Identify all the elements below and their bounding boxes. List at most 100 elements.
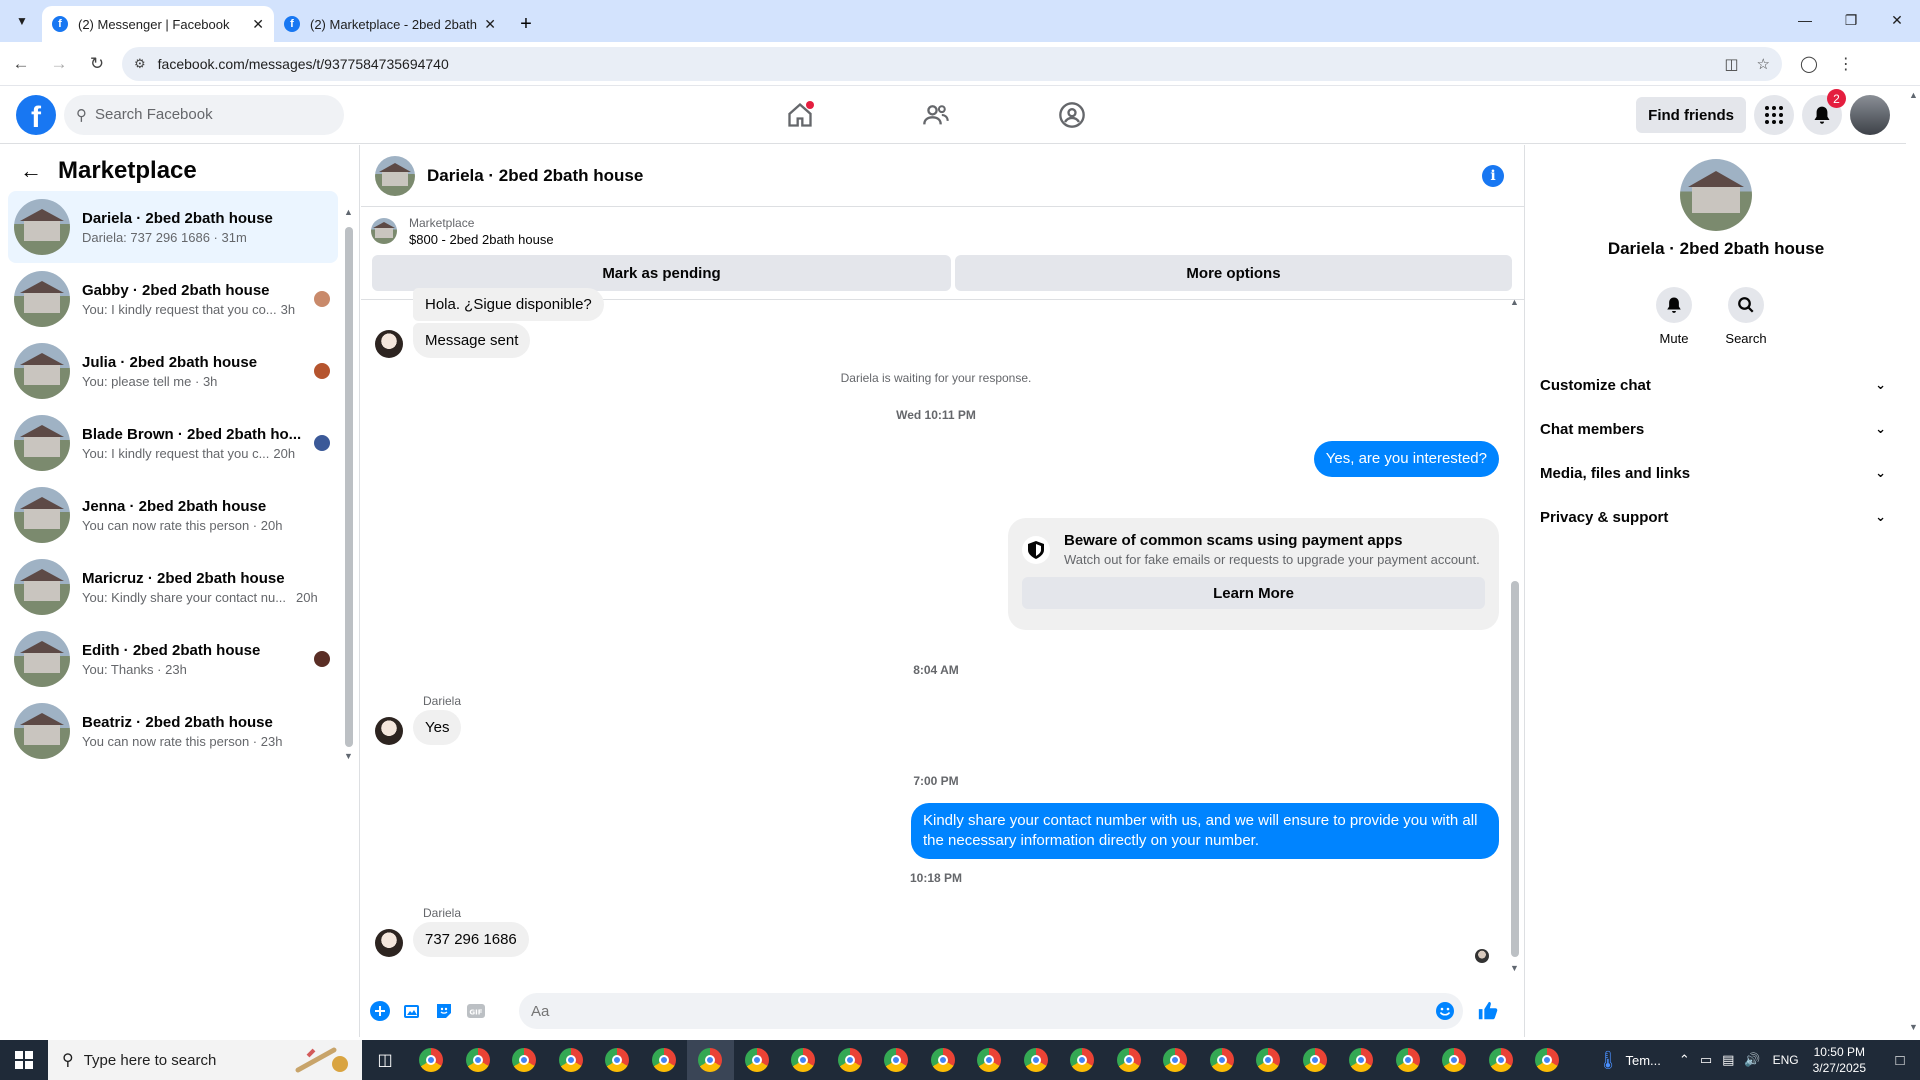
message-bubble[interactable]: Message sent [413,323,531,358]
back-arrow-icon[interactable]: ← [20,158,42,184]
message-bubble[interactable]: Yes [413,710,462,745]
taskbar-chrome-app[interactable] [827,1040,874,1080]
close-tab-icon[interactable]: ✕ [484,16,496,33]
site-settings-icon[interactable]: ⚙ [134,56,146,72]
taskbar-chrome-app[interactable] [780,1040,827,1080]
sender-avatar[interactable] [375,330,403,358]
install-app-icon[interactable]: ◫ [1724,55,1738,73]
taskbar-chrome-app[interactable] [641,1040,688,1080]
more-options-button[interactable]: More options [955,255,1512,291]
taskbar-chrome-app[interactable] [501,1040,548,1080]
conversation-item[interactable]: Jenna · 2bed 2bath house You can now rat… [8,479,338,551]
taskbar-chrome-app[interactable] [1152,1040,1199,1080]
search-in-conversation-button[interactable]: Search [1725,287,1767,346]
marketplace-listing-banner[interactable]: Marketplace $800 - 2bed 2bath house [361,207,1524,255]
conversation-item[interactable]: Beatriz · 2bed 2bath house You can now r… [8,695,338,767]
info-listing-avatar[interactable] [1680,159,1752,231]
home-icon[interactable] [780,95,820,135]
mark-as-pending-button[interactable]: Mark as pending [372,255,951,291]
taskbar-chrome-app[interactable] [873,1040,920,1080]
close-window-icon[interactable]: ✕ [1874,0,1920,40]
taskbar-chrome-app[interactable] [1106,1040,1153,1080]
plus-circle-icon[interactable] [367,998,393,1024]
scrollbar-thumb[interactable] [1511,581,1519,957]
display-icon[interactable]: ▭ [1700,1052,1712,1068]
taskbar-chrome-app[interactable] [594,1040,641,1080]
thumbs-up-icon[interactable] [1475,998,1501,1024]
sidebar-scrollbar[interactable]: ▲ ▼ [344,207,353,761]
address-bar[interactable]: ⚙ facebook.com/messages/t/93775847356947… [122,46,1782,81]
task-view-icon[interactable]: ◫ [362,1040,408,1080]
taskbar-chrome-app[interactable] [1431,1040,1478,1080]
page-scrollbar[interactable]: ▲ ▼ [1906,86,1920,1036]
conversation-item[interactable]: Edith · 2bed 2bath house You: Thanks · 2… [8,623,338,695]
taskbar-chrome-app[interactable] [1524,1040,1571,1080]
gif-icon[interactable]: GIF [463,998,489,1024]
friends-icon[interactable] [916,95,956,135]
browser-menu-icon[interactable]: ⋮ [1838,54,1854,74]
conversation-item[interactable]: Dariela · 2bed 2bath house Dariela: 737 … [8,191,338,263]
reload-icon[interactable]: ↻ [80,47,114,81]
taskbar-chrome-app[interactable] [1478,1040,1525,1080]
conversation-item[interactable]: Blade Brown · 2bed 2bath ho... You: I ki… [8,407,338,479]
back-arrow-icon[interactable]: ← [4,47,38,81]
taskbar-chrome-app[interactable] [1199,1040,1246,1080]
weather-widget[interactable]: 🌡 Tem... [1597,1050,1661,1071]
forward-arrow-icon[interactable]: → [42,47,76,81]
taskbar-clock[interactable]: 10:50 PM 3/27/2025 [1813,1044,1866,1076]
message-bubble[interactable]: Hola. ¿Sigue disponible? [413,288,604,321]
taskbar-chrome-app[interactable] [1338,1040,1385,1080]
taskbar-chrome-app[interactable] [1059,1040,1106,1080]
minimize-icon[interactable]: — [1782,0,1828,40]
taskbar-chrome-app[interactable] [687,1040,734,1080]
mute-button[interactable]: Mute [1656,287,1692,346]
section-privacy-support[interactable]: Privacy & support ⌄ [1540,495,1892,539]
browser-tab-marketplace[interactable]: f (2) Marketplace - 2bed 2bath h ✕ [274,6,506,42]
profile-icon[interactable]: ◯ [1800,54,1818,74]
taskbar-chrome-app[interactable] [455,1040,502,1080]
learn-more-button[interactable]: Learn More [1022,577,1485,609]
bookmark-star-icon[interactable]: ☆ [1757,55,1770,73]
chat-title[interactable]: Dariela · 2bed 2bath house [427,166,643,186]
facebook-search-input[interactable]: ⚲ Search Facebook [64,94,344,135]
taskbar-chrome-app[interactable] [1292,1040,1339,1080]
sender-avatar[interactable] [375,717,403,745]
notifications-bell-icon[interactable]: 2 [1802,89,1846,135]
notification-center-icon[interactable]: □ [1880,1052,1920,1069]
scroll-up-arrow-icon[interactable]: ▲ [1510,297,1519,307]
conversation-item[interactable]: Maricruz · 2bed 2bath house You: Kindly … [8,551,338,623]
menu-grid-icon[interactable] [1754,95,1794,135]
taskbar-chrome-app[interactable] [1385,1040,1432,1080]
windows-start-icon[interactable] [0,1040,48,1080]
taskbar-chrome-app[interactable] [548,1040,595,1080]
chat-listing-thumbnail[interactable] [375,155,415,196]
section-customize-chat[interactable]: Customize chat ⌄ [1540,363,1892,407]
sticker-icon[interactable] [431,998,457,1024]
account-avatar[interactable] [1850,95,1890,135]
section-chat-members[interactable]: Chat members ⌄ [1540,407,1892,451]
facebook-logo-icon[interactable]: f [16,94,56,135]
network-icon[interactable]: ▤ [1722,1052,1734,1068]
scroll-down-arrow-icon[interactable]: ▼ [344,751,353,761]
volume-icon[interactable]: 🔊 [1744,1052,1760,1068]
message-bubble[interactable]: Kindly share your contact number with us… [911,803,1499,859]
message-bubble[interactable]: Yes, are you interested? [1313,441,1499,477]
section-media-files-links[interactable]: Media, files and links ⌄ [1540,451,1892,495]
taskbar-chrome-app[interactable] [966,1040,1013,1080]
conversation-item[interactable]: Gabby · 2bed 2bath house You: I kindly r… [8,263,338,335]
chevron-up-icon[interactable]: ⌃ [1679,1052,1690,1068]
find-friends-button[interactable]: Find friends [1636,97,1746,133]
scroll-up-arrow-icon[interactable]: ▲ [344,207,353,217]
chat-scrollbar[interactable]: ▲ ▼ [1510,297,1519,973]
taskbar-chrome-app[interactable] [408,1040,455,1080]
restore-icon[interactable]: ❐ [1828,0,1874,40]
new-tab-plus-icon[interactable]: + [512,10,540,38]
message-bubble[interactable]: 737 296 1686 [413,922,529,957]
info-icon[interactable]: i [1482,165,1504,187]
language-indicator[interactable]: ENG [1773,1053,1799,1067]
scroll-down-arrow-icon[interactable]: ▼ [1909,1022,1918,1032]
taskbar-search-box[interactable]: ⚲ Type here to search [48,1040,362,1080]
scroll-down-arrow-icon[interactable]: ▼ [1510,963,1519,973]
taskbar-chrome-app[interactable] [734,1040,781,1080]
close-tab-icon[interactable]: ✕ [252,16,264,33]
